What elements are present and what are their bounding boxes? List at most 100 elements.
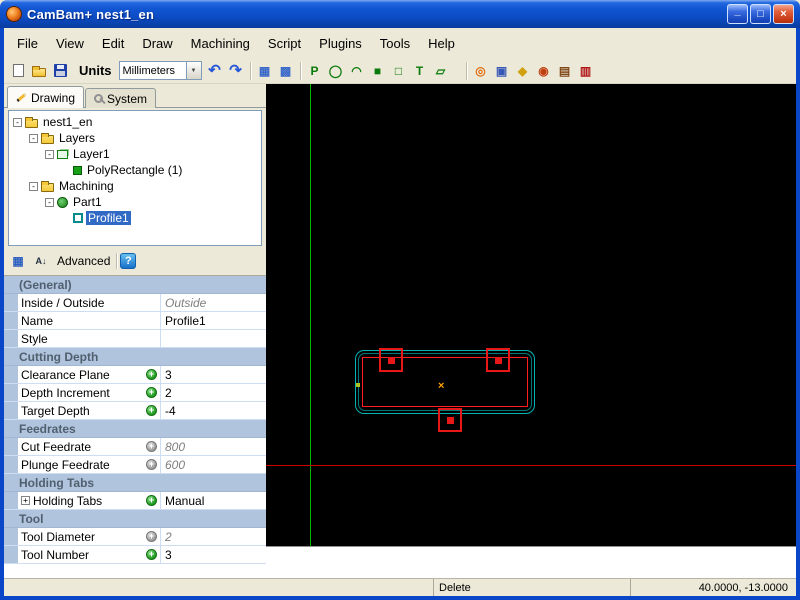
script-op-button[interactable]: ▥ [576, 61, 596, 81]
menu-item-view[interactable]: View [47, 33, 93, 54]
holding-tab-marker[interactable] [438, 408, 462, 432]
grid-toggle-button[interactable]: ▩ [276, 61, 296, 81]
inherit-toggle-icon[interactable]: + [146, 495, 157, 506]
titlebar[interactable]: CamBam+ nest1_en _ □ × [0, 0, 800, 28]
tree-item-root[interactable]: - nest1_en [9, 114, 261, 130]
tree-item-polyrectangle[interactable]: PolyRectangle (1) [9, 162, 261, 178]
tree-collapse-icon[interactable]: - [45, 150, 54, 159]
inherit-toggle-icon[interactable]: + [146, 387, 157, 398]
tree-item-profile1[interactable]: Profile1 [9, 210, 261, 226]
property-value[interactable]: Manual [161, 492, 266, 509]
menu-item-draw[interactable]: Draw [133, 33, 181, 54]
menu-item-help[interactable]: Help [419, 33, 464, 54]
menu-item-tools[interactable]: Tools [371, 33, 419, 54]
property-gutter [4, 474, 18, 491]
property-row-target-depth: Target Depth+ -4 [4, 402, 266, 420]
minimize-button[interactable]: _ [727, 4, 748, 24]
redo-button[interactable]: ↷ [226, 61, 246, 81]
pocket-op-button[interactable]: ▣ [492, 61, 512, 81]
holding-tab-marker[interactable] [379, 348, 403, 372]
open-file-button[interactable] [29, 61, 49, 81]
tree-item-layers[interactable]: - Layers [9, 130, 261, 146]
pocket-op-icon: ▣ [496, 64, 507, 78]
maximize-button[interactable]: □ [750, 4, 771, 24]
property-value[interactable]: 2 [161, 384, 266, 401]
polyline-button[interactable]: ▱ [431, 61, 451, 81]
expand-property-icon[interactable]: + [21, 496, 30, 505]
rectangle-filled-button[interactable]: ■ [368, 61, 388, 81]
property-value[interactable]: 3 [161, 366, 266, 383]
dropdown-arrow-icon[interactable]: ▼ [186, 62, 201, 79]
tree-item-machining[interactable]: - Machining [9, 178, 261, 194]
toolpath-view-button[interactable]: ▦ [255, 61, 275, 81]
menu-item-machining[interactable]: Machining [182, 33, 259, 54]
inherit-toggle-icon[interactable]: + [146, 531, 157, 542]
rectangle-button[interactable]: □ [389, 61, 409, 81]
tree-item-part1[interactable]: - Part1 [9, 194, 261, 210]
inherit-toggle-icon[interactable]: + [146, 549, 157, 560]
property-value[interactable]: Profile1 [161, 312, 266, 329]
property-value[interactable]: 2 [161, 528, 266, 545]
point-list-button[interactable]: P [305, 61, 325, 81]
category-row-feedrates[interactable]: Feedrates [4, 420, 266, 438]
text-button[interactable]: T [410, 61, 430, 81]
tab-system[interactable]: System [85, 88, 156, 108]
tab-drawing[interactable]: Drawing [7, 86, 84, 108]
category-label: Cutting Depth [18, 348, 98, 365]
canvas-footer-area [266, 546, 796, 578]
profile3d-op-button[interactable]: ▤ [555, 61, 575, 81]
tree-collapse-icon[interactable]: - [45, 198, 54, 207]
property-name: Inside / Outside [21, 296, 104, 310]
arc-button[interactable]: ◠ [347, 61, 367, 81]
property-value[interactable] [161, 330, 266, 347]
sort-alphabetical-button[interactable]: A↓ [31, 251, 51, 271]
property-value[interactable]: -4 [161, 402, 266, 419]
inherit-toggle-icon[interactable]: + [146, 405, 157, 416]
inherit-toggle-icon[interactable]: + [146, 441, 157, 452]
profile-op-button[interactable]: ◎ [471, 61, 491, 81]
category-label: Tool [18, 510, 43, 527]
circle-button[interactable]: ◯ [326, 61, 346, 81]
help-button[interactable]: ? [120, 253, 136, 269]
close-button[interactable]: × [773, 4, 794, 24]
units-dropdown[interactable]: Millimeters ▼ [119, 61, 202, 80]
property-gutter [4, 456, 18, 473]
category-row-holding-tabs[interactable]: Holding Tabs [4, 474, 266, 492]
property-value[interactable]: 3 [161, 546, 266, 563]
property-name: Style [21, 332, 48, 346]
drill-op-button[interactable]: ◉ [534, 61, 554, 81]
property-row-inside-outside: Inside / Outside Outside [4, 294, 266, 312]
inherit-toggle-icon[interactable]: + [146, 369, 157, 380]
property-value[interactable]: 600 [161, 456, 266, 473]
tree-collapse-icon[interactable]: - [29, 182, 38, 191]
tree-item-layer1[interactable]: - Layer1 [9, 146, 261, 162]
holding-tab-marker[interactable] [486, 348, 510, 372]
menu-item-plugins[interactable]: Plugins [310, 33, 371, 54]
property-name: Name [21, 314, 53, 328]
property-row-name: Name Profile1 [4, 312, 266, 330]
wrench-icon [94, 94, 103, 103]
inherit-toggle-icon[interactable]: + [146, 459, 157, 470]
property-row-plunge-feedrate: Plunge Feedrate+ 600 [4, 456, 266, 474]
tree-collapse-icon[interactable]: - [13, 118, 22, 127]
menu-item-script[interactable]: Script [259, 33, 310, 54]
tree-collapse-icon[interactable]: - [29, 134, 38, 143]
property-toolbar: ▦ A↓ Advanced ? [4, 246, 266, 276]
category-row-cutting-depth[interactable]: Cutting Depth [4, 348, 266, 366]
menu-item-edit[interactable]: Edit [93, 33, 133, 54]
menu-item-file[interactable]: File [8, 33, 47, 54]
undo-button[interactable]: ↶ [205, 61, 225, 81]
new-file-button[interactable] [8, 61, 28, 81]
property-value[interactable]: Outside [161, 294, 266, 311]
categorized-view-button[interactable]: ▦ [8, 251, 28, 271]
property-value[interactable]: 800 [161, 438, 266, 455]
drawing-canvas[interactable]: × [266, 84, 796, 546]
engrave-op-button[interactable]: ◆ [513, 61, 533, 81]
save-button[interactable] [50, 61, 70, 81]
category-row-general[interactable]: (General) [4, 276, 266, 294]
property-gutter [4, 402, 18, 419]
category-row-tool[interactable]: Tool [4, 510, 266, 528]
advanced-label[interactable]: Advanced [54, 254, 113, 268]
property-gutter [4, 276, 18, 293]
category-label: Holding Tabs [18, 474, 94, 491]
